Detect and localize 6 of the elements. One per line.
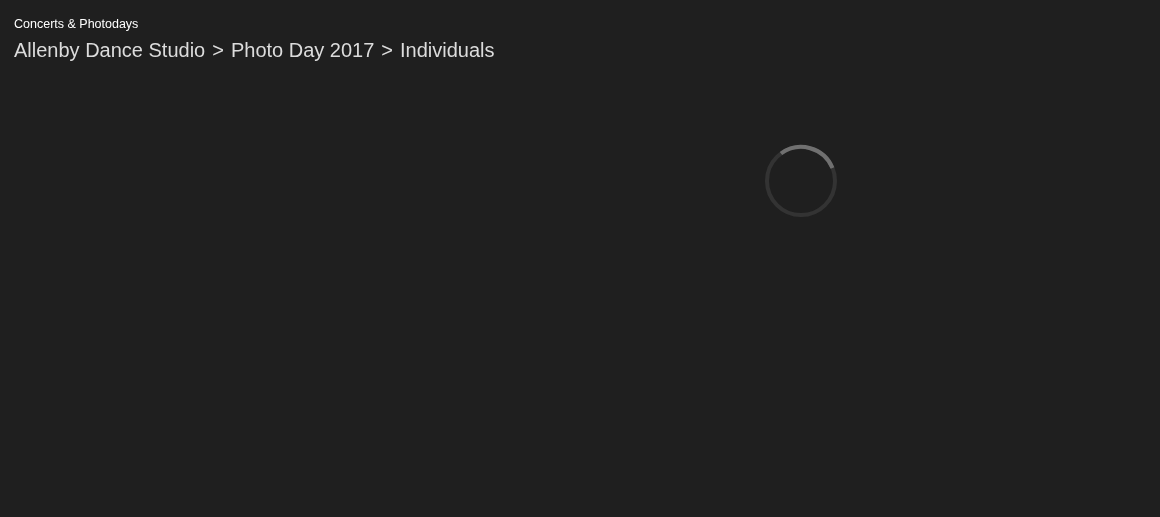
breadcrumb-link[interactable]: Photo Day 2017 bbox=[230, 38, 375, 62]
breadcrumb-separator: > bbox=[381, 38, 394, 62]
breadcrumb-link[interactable]: Individuals bbox=[400, 38, 495, 62]
breadcrumb-link[interactable]: Allenby Dance Studio bbox=[14, 38, 206, 62]
section-title: Concerts & Photodays bbox=[14, 16, 139, 32]
breadcrumb-separator: > bbox=[212, 38, 224, 62]
